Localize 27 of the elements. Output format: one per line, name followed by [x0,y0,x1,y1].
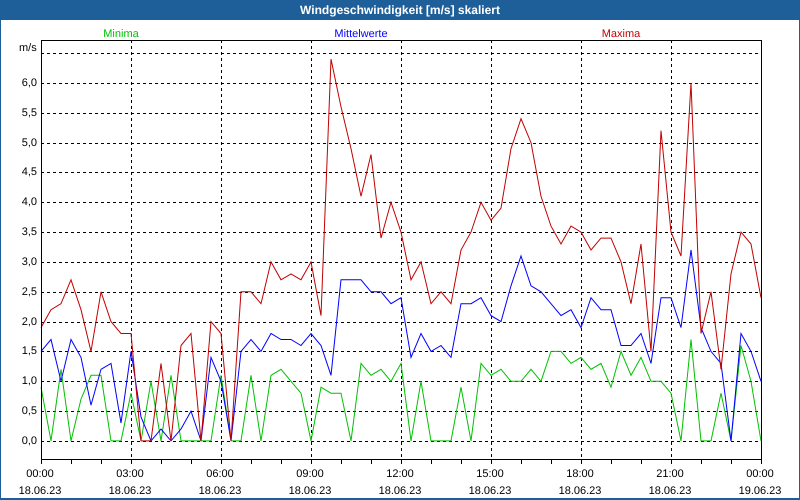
x-tick-label: 12:00 18.06.23 [378,467,422,499]
y-tick-label: 2,0 [20,316,37,328]
y-tick-label: 5,0 [20,136,37,149]
legend-label: Minima [103,27,139,42]
x-tick-label: 18:00 18.06.23 [558,467,602,499]
y-tick-label: 4,5 [20,166,37,178]
y-tick-label: 4,0 [20,196,37,208]
y-tick-label: 3,0 [20,256,37,268]
y-axis-unit: m/s [19,41,37,56]
y-tick-label: 0,0 [20,434,37,447]
x-tick-label: 00:00 19.06.23 [738,467,782,499]
y-tick-label: 0,5 [20,405,37,418]
x-tick-label: 15:00 18.06.23 [468,467,512,499]
x-tick-label: 03:00 18.06.23 [108,467,152,499]
x-tick-label: 09:00 18.06.23 [288,467,332,499]
legend-label: Mittelwerte [334,27,388,42]
y-tick-label: 2,5 [20,286,37,298]
y-tick-label: 1,5 [20,345,37,358]
y-tick-label: 6,0 [20,76,37,89]
y-tick-label: 3,5 [20,226,37,238]
x-tick-label: 06:00 18.06.23 [198,467,242,499]
y-tick-label: 5,5 [20,106,37,119]
legend-label: Maxima [602,27,640,42]
x-tick-label: 00:00 18.06.23 [18,467,62,499]
window-title: Windgeschwindigkeit [m/s] skaliert [299,2,501,19]
x-tick-label: 21:00 18.06.23 [648,467,692,499]
y-tick-label: 1,0 [20,375,37,388]
